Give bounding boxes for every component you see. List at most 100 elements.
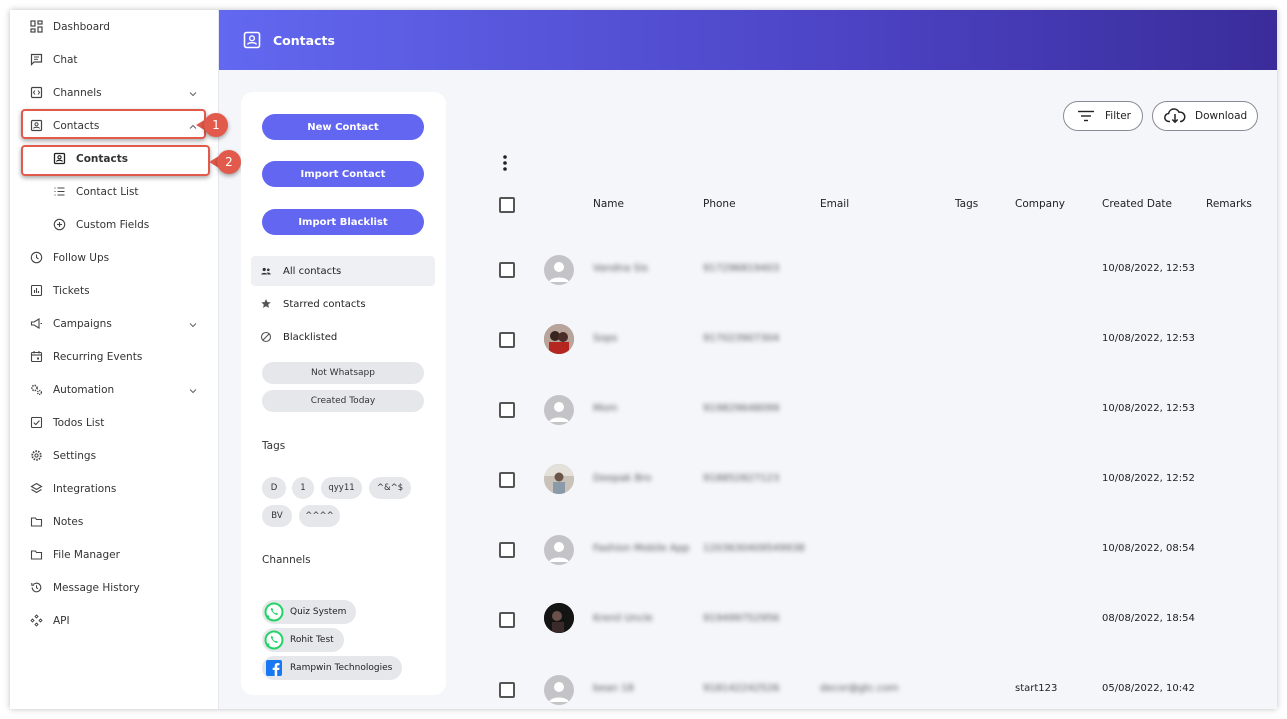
filter-starred-contacts[interactable]: Starred contacts	[251, 289, 435, 319]
sidebar-item-label: Contacts	[53, 119, 100, 132]
row-checkbox[interactable]	[499, 402, 515, 418]
sidebar-subitem-custom-fields[interactable]: Custom Fields	[10, 208, 219, 241]
sidebar-item-label: Custom Fields	[76, 218, 150, 231]
column-header-email[interactable]: Email	[820, 198, 849, 210]
contact-phone: 918142242526	[703, 683, 780, 694]
sidebar-item-todos-list[interactable]: Todos List	[10, 406, 219, 439]
contact-phone: 919499752956	[703, 613, 780, 624]
sidebar-item-label: Settings	[53, 449, 97, 462]
sidebar-item-label: Campaigns	[53, 317, 112, 330]
page-header: Contacts	[219, 10, 1277, 70]
sidebar-item-label: Follow Ups	[53, 251, 110, 264]
avatar	[544, 603, 574, 633]
column-header-phone[interactable]: Phone	[703, 198, 736, 210]
row-checkbox[interactable]	[499, 472, 515, 488]
contact-name[interactable]: bean 18	[593, 683, 634, 694]
sidebar-item-channels[interactable]: Channels	[10, 76, 219, 109]
people-icon	[260, 265, 272, 277]
sidebar-item-api[interactable]: API	[10, 604, 219, 637]
sidebar-item-chat[interactable]: Chat	[10, 43, 219, 76]
filter-button[interactable]: Filter	[1063, 101, 1143, 131]
contact-name[interactable]: Sops	[593, 333, 617, 344]
quick-filter-not-whatsapp[interactable]: Not Whatsapp	[262, 362, 424, 384]
dashboard-icon	[29, 20, 43, 34]
quick-filter-created-today[interactable]: Created Today	[262, 390, 424, 412]
sidebar-subitem-contacts[interactable]: Contacts	[10, 142, 219, 175]
filter-all-contacts[interactable]: All contacts	[251, 256, 435, 286]
tag-chip[interactable]: qyy11	[321, 477, 362, 499]
avatar	[544, 255, 574, 285]
channel-chip-rampwin-technologies[interactable]: Rampwin Technologies	[262, 656, 403, 680]
import-contact-button[interactable]: Import Contact	[262, 161, 424, 187]
sidebar-item-automation[interactable]: Automation	[10, 373, 219, 406]
channel-chip-rohit-test[interactable]: Rohit Test	[262, 628, 344, 652]
avatar	[544, 464, 574, 494]
more-options-icon[interactable]	[502, 154, 508, 172]
gear-icon	[29, 449, 43, 463]
select-all-checkbox[interactable]	[499, 197, 515, 213]
gears-icon	[29, 383, 43, 397]
whatsapp-icon	[264, 630, 284, 650]
column-header-tags[interactable]: Tags	[955, 198, 978, 210]
contacts-icon	[243, 31, 261, 49]
filter-blacklisted[interactable]: Blacklisted	[251, 322, 435, 352]
import-blacklist-button[interactable]: Import Blacklist	[262, 209, 424, 235]
avatar	[544, 535, 574, 565]
contact-name[interactable]: Fashion Mobile App	[593, 543, 689, 554]
tag-chip[interactable]: ^^^^	[299, 505, 340, 527]
download-button[interactable]: Download	[1152, 101, 1258, 131]
row-checkbox[interactable]	[499, 542, 515, 558]
column-header-company[interactable]: Company	[1015, 198, 1065, 210]
row-checkbox[interactable]	[499, 332, 515, 348]
contact-created-date: 10/08/2022, 12:52	[1102, 473, 1195, 484]
tag-chip[interactable]: D	[262, 477, 286, 499]
contact-name[interactable]: Krenil Uncle	[593, 613, 653, 624]
sidebar-item-label: Contacts	[76, 152, 128, 165]
column-header-name[interactable]: Name	[593, 198, 624, 210]
megaphone-icon	[29, 317, 43, 331]
sidebar-item-dashboard[interactable]: Dashboard	[10, 10, 219, 43]
sidebar-item-integrations[interactable]: Integrations	[10, 472, 219, 505]
clock-icon	[29, 251, 43, 265]
column-header-created-date[interactable]: Created Date	[1102, 198, 1172, 210]
sidebar-item-notes[interactable]: Notes	[10, 505, 219, 538]
sidebar-item-label: Integrations	[53, 482, 117, 495]
tag-chip[interactable]: BV	[262, 505, 292, 527]
new-contact-button[interactable]: New Contact	[262, 114, 424, 140]
channel-chip-quiz-system[interactable]: Quiz System	[262, 600, 357, 624]
sidebar-item-message-history[interactable]: Message History	[10, 571, 219, 604]
list-icon	[52, 185, 66, 199]
sidebar: Dashboard Chat Channels Contacts Contact…	[10, 10, 219, 709]
sidebar-item-settings[interactable]: Settings	[10, 439, 219, 472]
contact-name[interactable]: Mom	[593, 403, 618, 414]
row-checkbox[interactable]	[499, 612, 515, 628]
contact-created-date: 08/08/2022, 18:54	[1102, 613, 1195, 624]
sidebar-item-recurring-events[interactable]: Recurring Events	[10, 340, 219, 373]
sidebar-item-contacts[interactable]: Contacts	[10, 109, 219, 142]
chat-icon	[29, 53, 43, 67]
sidebar-item-label: File Manager	[53, 548, 120, 561]
contact-phone: 917023907304	[703, 333, 780, 344]
contact-email: decor@gtc.com	[820, 683, 899, 694]
row-checkbox[interactable]	[499, 682, 515, 698]
sidebar-subitem-contact-list[interactable]: Contact List	[10, 175, 219, 208]
history-icon	[29, 581, 43, 595]
whatsapp-icon	[264, 602, 284, 622]
tag-chip[interactable]: ^&^$	[369, 477, 411, 499]
contacts-icon	[29, 119, 43, 133]
sidebar-item-file-manager[interactable]: File Manager	[10, 538, 219, 571]
row-checkbox[interactable]	[499, 262, 515, 278]
callout-marker: 1	[196, 113, 228, 137]
sidebar-item-label: Chat	[53, 53, 78, 66]
sidebar-item-label: Message History	[53, 581, 140, 594]
chevron-down-icon	[189, 319, 197, 331]
calendar-icon	[29, 350, 43, 364]
sidebar-item-tickets[interactable]: Tickets	[10, 274, 219, 307]
tag-chip[interactable]: 1	[292, 477, 314, 499]
sidebar-item-label: Tickets	[53, 284, 90, 297]
sidebar-item-campaigns[interactable]: Campaigns	[10, 307, 219, 340]
contact-name[interactable]: Deepak Bro	[593, 473, 651, 484]
contact-name[interactable]: Vandna Sis	[593, 263, 648, 274]
column-header-remarks[interactable]: Remarks	[1206, 198, 1252, 210]
sidebar-item-follow-ups[interactable]: Follow Ups	[10, 241, 219, 274]
